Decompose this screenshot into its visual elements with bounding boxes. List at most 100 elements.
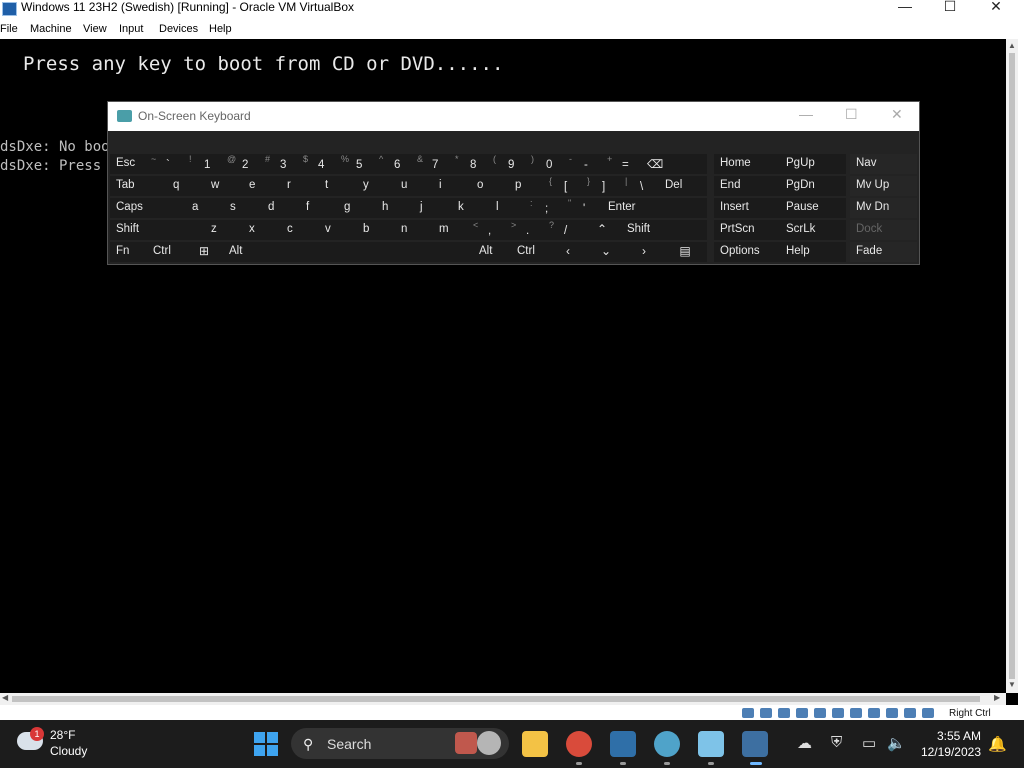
key-1[interactable]: ! 1 [185, 154, 223, 174]
key-comma[interactable]: <, [469, 220, 507, 240]
menu-machine[interactable]: Machine [30, 23, 72, 35]
key-ctrl-left[interactable]: Ctrl [147, 242, 185, 262]
key-left-arrow[interactable]: ‹ [549, 242, 587, 262]
cpu-icon[interactable] [886, 708, 898, 718]
key-minus[interactable]: -- [565, 154, 603, 174]
key-y[interactable]: y [355, 176, 393, 196]
paint-icon[interactable] [654, 731, 680, 757]
menu-file[interactable]: File [0, 23, 18, 35]
usb-icon[interactable] [814, 708, 826, 718]
key-prtscn[interactable]: PrtScn [714, 220, 780, 240]
notification-bell-icon[interactable]: 🔔 [988, 735, 1007, 753]
key-down-arrow[interactable]: ⌄ [587, 242, 625, 262]
key-f[interactable]: f [298, 198, 336, 218]
mouse-integration-icon[interactable] [904, 708, 916, 718]
key-w[interactable]: w [203, 176, 241, 196]
key-4[interactable]: $4 [299, 154, 337, 174]
key-backslash[interactable]: | \ [621, 176, 659, 196]
key-x[interactable]: x [241, 220, 279, 240]
network-icon[interactable] [796, 708, 808, 718]
key-alt-left[interactable]: Alt [223, 242, 261, 262]
network-tray-icon[interactable]: ▭ [862, 734, 876, 752]
weather-condition[interactable]: Cloudy [50, 744, 87, 758]
key-n[interactable]: n [393, 220, 431, 240]
key-j[interactable]: j [412, 198, 450, 218]
key-nav[interactable]: Nav [850, 154, 917, 174]
start-button[interactable] [254, 732, 278, 756]
key-space[interactable] [261, 242, 473, 262]
key-u[interactable]: u [393, 176, 431, 196]
defender-icon[interactable]: ⛨ [831, 734, 842, 751]
key-windows[interactable]: ⊞ [185, 242, 223, 262]
menu-view[interactable]: View [83, 23, 107, 35]
key-3[interactable]: #3 [261, 154, 299, 174]
onedrive-icon[interactable]: ☁ [797, 734, 812, 752]
file-explorer-icon[interactable] [522, 731, 548, 757]
key-mv-up[interactable]: Mv Up [850, 176, 917, 196]
key-0[interactable]: ) 0 [527, 154, 565, 174]
keyboard-capture-icon[interactable] [922, 708, 934, 718]
key-up-arrow[interactable]: ⌃ [583, 220, 621, 240]
scroll-up-icon[interactable]: ▲ [1006, 41, 1018, 50]
on-screen-keyboard-taskbar-icon[interactable] [742, 731, 768, 757]
key-semicolon[interactable]: :; [526, 198, 564, 218]
key-e[interactable]: e [241, 176, 279, 196]
key-6[interactable]: ^ 6 [375, 154, 413, 174]
key-k[interactable]: k [450, 198, 488, 218]
menu-help[interactable]: Help [209, 23, 232, 35]
key-open-bracket[interactable]: {[ [545, 176, 583, 196]
key-slash[interactable]: ? / [545, 220, 583, 240]
key-z[interactable]: z [203, 220, 241, 240]
key-period[interactable]: >. [507, 220, 545, 240]
key-esc[interactable]: Esc [110, 154, 147, 174]
clock[interactable]: 3:55 AM 12/19/2023 [921, 728, 981, 760]
key-insert[interactable]: Insert [714, 198, 780, 218]
key-fn[interactable]: Fn [110, 242, 147, 262]
key-shift-left[interactable]: Shift [110, 220, 203, 240]
key-alt-right[interactable]: Alt [473, 242, 511, 262]
chrome-icon[interactable] [566, 731, 592, 757]
key-c[interactable]: c [279, 220, 317, 240]
key-close-bracket[interactable]: }] [583, 176, 621, 196]
key-a[interactable]: a [184, 198, 222, 218]
key-home[interactable]: Home [714, 154, 780, 174]
menu-input[interactable]: Input [119, 23, 143, 35]
key-l[interactable]: l [488, 198, 526, 218]
recording-icon[interactable] [868, 708, 880, 718]
key-help[interactable]: Help [780, 242, 846, 262]
key-shift-right[interactable]: Shift [621, 220, 707, 240]
key-t[interactable]: t [317, 176, 355, 196]
key-fade[interactable]: Fade [850, 242, 917, 262]
display-icon[interactable] [850, 708, 862, 718]
key-g[interactable]: g [336, 198, 374, 218]
key-b[interactable]: b [355, 220, 393, 240]
key-s[interactable]: s [222, 198, 260, 218]
scroll-down-icon[interactable]: ▼ [1006, 680, 1018, 689]
key-v[interactable]: v [317, 220, 355, 240]
key-7[interactable]: & 7 [413, 154, 451, 174]
scroll-right-icon[interactable]: ▶ [994, 693, 1000, 702]
key-r[interactable]: r [279, 176, 317, 196]
vertical-scrollbar[interactable]: ▲ ▼ [1006, 39, 1018, 693]
vertical-scroll-thumb[interactable] [1009, 53, 1015, 679]
key-pgdn[interactable]: PgDn [780, 176, 846, 196]
optical-drive-icon[interactable] [760, 708, 772, 718]
hard-disk-icon[interactable] [742, 708, 754, 718]
key-ctrl-right[interactable]: Ctrl [511, 242, 549, 262]
scroll-left-icon[interactable]: ◀ [2, 693, 8, 702]
key-scrlk[interactable]: ScrLk [780, 220, 846, 240]
shared-folders-icon[interactable] [832, 708, 844, 718]
close-button[interactable]: ✕ [973, 0, 1019, 20]
horizontal-scrollbar[interactable]: ◀ ▶ [0, 693, 1006, 705]
key-end[interactable]: End [714, 176, 780, 196]
key-2[interactable]: @2 [223, 154, 261, 174]
key-options[interactable]: Options [714, 242, 780, 262]
key-5[interactable]: % 5 [337, 154, 375, 174]
key-dock[interactable]: Dock [850, 220, 917, 240]
osk-minimize-button[interactable]: — [799, 106, 813, 122]
key-pgup[interactable]: PgUp [780, 154, 846, 174]
minimize-button[interactable]: — [882, 0, 928, 20]
key-d[interactable]: d [260, 198, 298, 218]
key-mv-dn[interactable]: Mv Dn [850, 198, 917, 218]
key-menu[interactable]: ▤ [663, 242, 707, 262]
